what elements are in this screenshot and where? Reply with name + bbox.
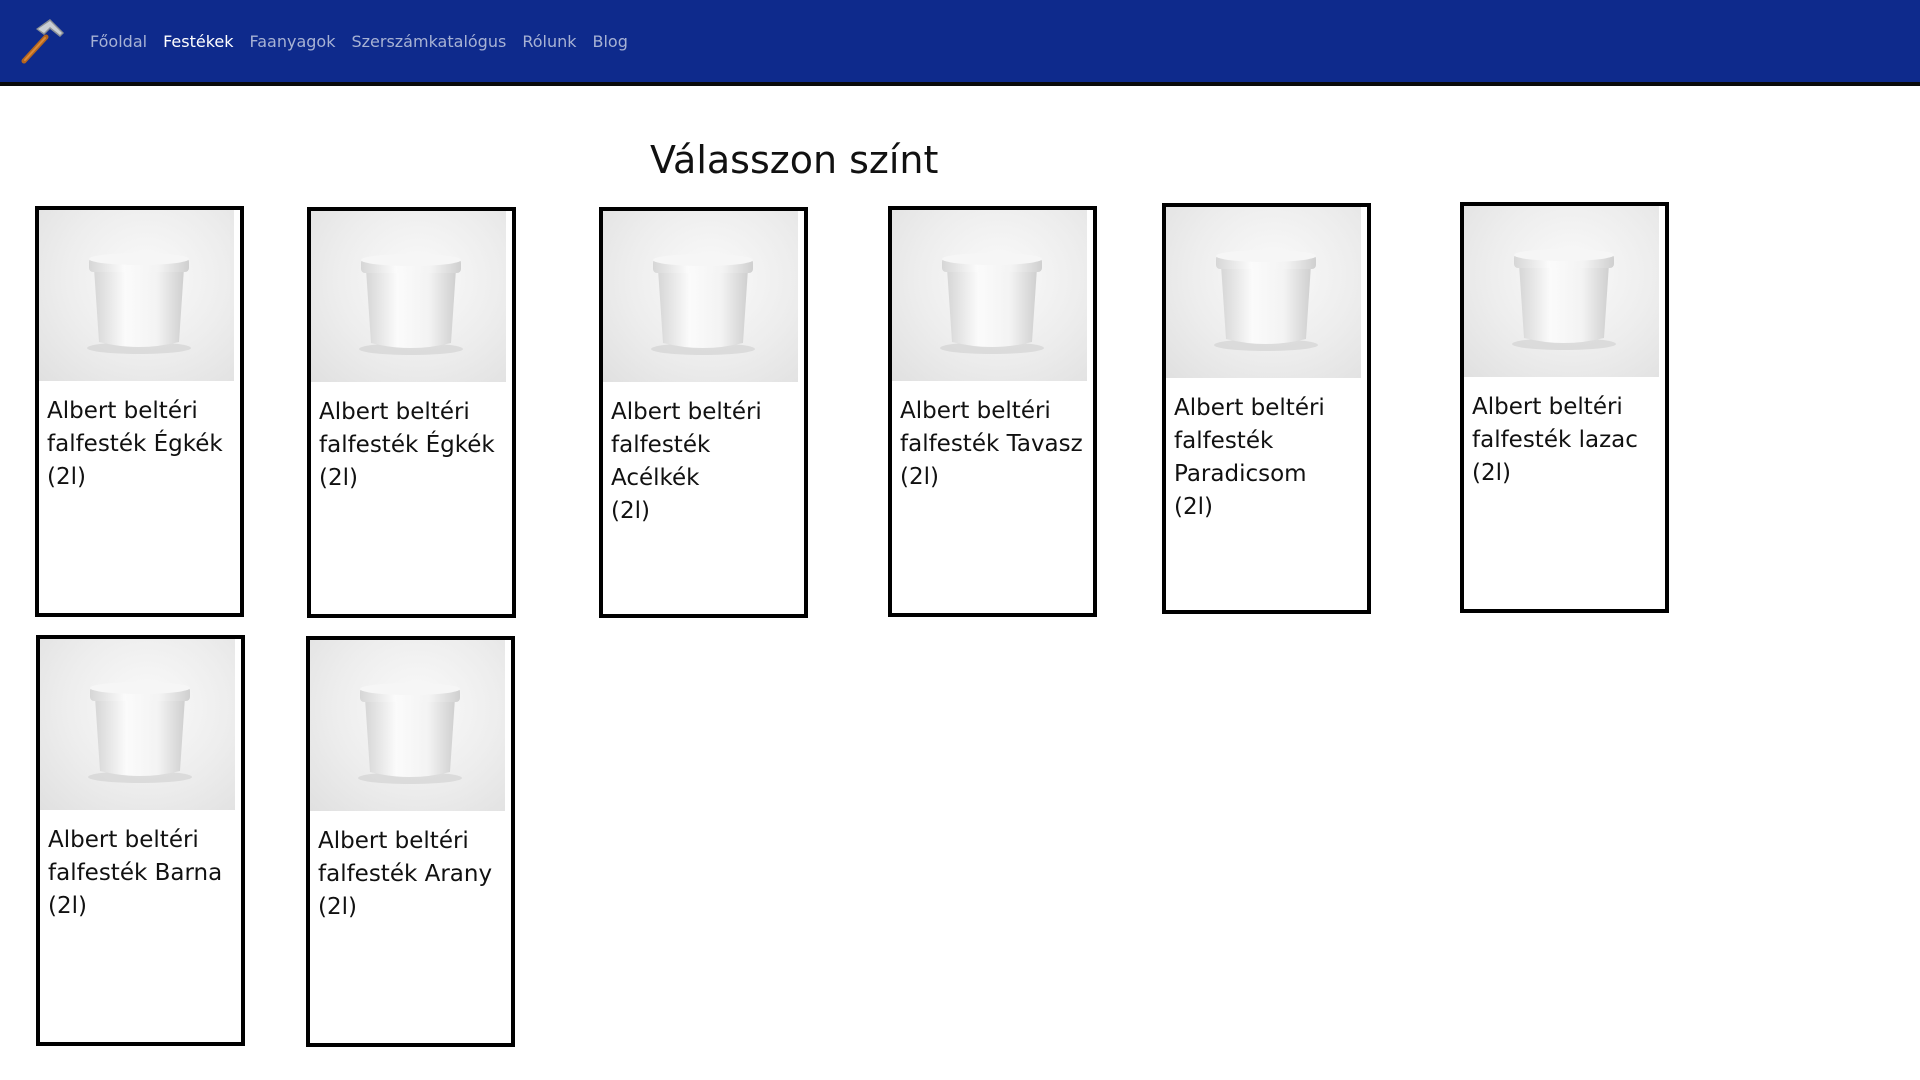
product-name[interactable]: Albert beltéri falfesték Acélkék (2l) xyxy=(611,396,800,528)
paint-bucket-image[interactable] xyxy=(603,211,798,382)
product-name[interactable]: Albert beltéri falfesték Arany (2l) xyxy=(318,825,507,924)
product-card[interactable]: Albert beltéri falfesték lazac (2l) xyxy=(1460,202,1669,613)
paint-bucket-image[interactable] xyxy=(892,210,1087,381)
nav-link-rolunk[interactable]: Rólunk xyxy=(522,32,576,51)
hammer-icon[interactable] xyxy=(14,13,70,69)
product-name[interactable]: Albert beltéri falfesték Tavasz (2l) xyxy=(900,395,1089,494)
product-name[interactable]: Albert beltéri falfesték Égkék (2l) xyxy=(47,395,236,494)
paint-bucket-image[interactable] xyxy=(311,211,506,382)
product-card[interactable]: Albert beltéri falfesték Tavasz (2l) xyxy=(888,206,1097,617)
nav-link-fooldal[interactable]: Főoldal xyxy=(90,32,147,51)
product-name[interactable]: Albert beltéri falfesték Barna (2l) xyxy=(48,824,237,923)
product-card[interactable]: Albert beltéri falfesték Barna (2l) xyxy=(36,635,245,1046)
product-card[interactable]: Albert beltéri falfesték Égkék (2l) xyxy=(307,207,516,618)
product-card[interactable]: Albert beltéri falfesték Égkék (2l) xyxy=(35,206,244,617)
paint-bucket-image[interactable] xyxy=(1464,206,1659,377)
top-navbar: Főoldal Festékek Faanyagok Szerszámkatal… xyxy=(0,0,1920,86)
nav-links: Főoldal Festékek Faanyagok Szerszámkatal… xyxy=(90,0,644,82)
product-name[interactable]: Albert beltéri falfesték Paradicsom (2l) xyxy=(1174,392,1363,524)
nav-link-festekek[interactable]: Festékek xyxy=(163,32,233,51)
paint-bucket-image[interactable] xyxy=(310,640,505,811)
product-card[interactable]: Albert beltéri falfesték Acélkék (2l) xyxy=(599,207,808,618)
product-name[interactable]: Albert beltéri falfesték Égkék (2l) xyxy=(319,396,508,495)
paint-bucket-image[interactable] xyxy=(39,210,234,381)
product-name[interactable]: Albert beltéri falfesték lazac (2l) xyxy=(1472,391,1661,490)
paint-bucket-image[interactable] xyxy=(40,639,235,810)
nav-link-faanyagok[interactable]: Faanyagok xyxy=(250,32,336,51)
product-card[interactable]: Albert beltéri falfesték Paradicsom (2l) xyxy=(1162,203,1371,614)
paint-bucket-image[interactable] xyxy=(1166,207,1361,378)
nav-link-blog[interactable]: Blog xyxy=(593,32,628,51)
product-card[interactable]: Albert beltéri falfesték Arany (2l) xyxy=(306,636,515,1047)
nav-link-szerszamkatalogus[interactable]: Szerszámkatalógus xyxy=(351,32,506,51)
page-title: Válasszon színt xyxy=(650,138,939,182)
